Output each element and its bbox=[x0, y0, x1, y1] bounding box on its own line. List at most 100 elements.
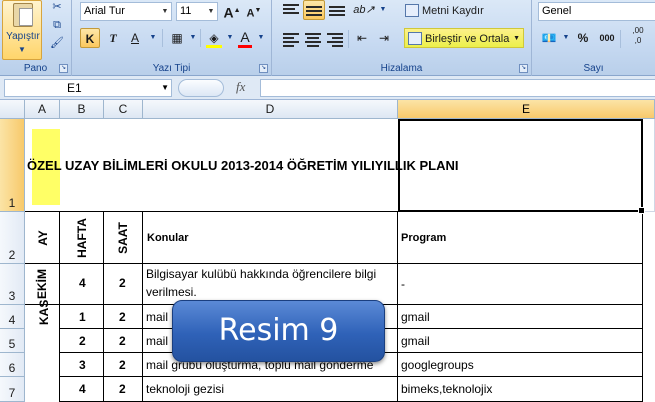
wrap-text-button[interactable]: Metni Kaydır bbox=[402, 1, 522, 21]
chevron-down-icon[interactable]: ▼ bbox=[161, 80, 169, 96]
orientation-icon[interactable]: ab↗ bbox=[352, 0, 376, 20]
dialog-launcher-icon[interactable]: ↘ bbox=[519, 64, 528, 73]
row-header-6[interactable]: 6 bbox=[0, 353, 25, 377]
active-cell-selection[interactable] bbox=[398, 119, 645, 214]
konu-line: verilmesi. bbox=[146, 285, 197, 299]
header-hafta: HAFTA bbox=[75, 218, 89, 258]
sheet-title: ÖZEL UZAY BİLİMLERİ OKULU 2013-2014 ÖĞRE… bbox=[27, 158, 459, 173]
column-header-b[interactable]: B bbox=[60, 100, 104, 119]
program-value: bimeks,teknolojix bbox=[401, 382, 493, 396]
chevron-down-icon[interactable]: ▼ bbox=[254, 31, 268, 45]
merge-cells-icon bbox=[408, 32, 422, 45]
hafta-value: 4 bbox=[79, 276, 86, 290]
saat-value: 2 bbox=[119, 310, 126, 324]
grow-font-button[interactable]: A▲ bbox=[222, 1, 242, 21]
chevron-down-icon[interactable]: ▼ bbox=[376, 3, 390, 17]
hafta-value: 4 bbox=[79, 382, 86, 396]
borders-icon[interactable]: ▦ bbox=[168, 28, 186, 48]
copy-icon[interactable]: ⧉ bbox=[50, 18, 64, 32]
saat-value: 2 bbox=[119, 382, 126, 396]
program-value: gmail bbox=[401, 334, 430, 348]
currency-icon[interactable]: 💶 bbox=[538, 28, 560, 48]
konu-line: mail bbox=[146, 334, 169, 348]
cut-icon[interactable]: ✂ bbox=[50, 0, 64, 14]
wrap-text-label: Metni Kaydır bbox=[422, 5, 484, 17]
chevron-down-icon: ▼ bbox=[161, 8, 169, 15]
group-font: Arial Tur ▼ 11 ▼ A▲ A▼ K T A ▼ ▦ ▼ ◈ ▼ A… bbox=[72, 0, 272, 76]
dialog-launcher-icon[interactable]: ↘ bbox=[59, 64, 68, 73]
number-format-value: Genel bbox=[542, 5, 572, 17]
ribbon: Yapıştır ▼ ✂ ⧉ 🖌 Pano ↘ Arial Tur ▼ 11 ▼… bbox=[0, 0, 655, 76]
font-size-combo[interactable]: 11 ▼ bbox=[176, 2, 218, 21]
chevron-down-icon[interactable]: ▼ bbox=[223, 31, 237, 45]
underline-button[interactable]: A bbox=[125, 28, 145, 48]
formula-input[interactable] bbox=[260, 79, 655, 97]
select-all-corner[interactable] bbox=[0, 100, 25, 119]
increase-indent-icon[interactable]: ⇥ bbox=[374, 28, 394, 48]
formula-bar: E1 ▼ fx bbox=[0, 76, 655, 100]
group-clipboard: Yapıştır ▼ ✂ ⧉ 🖌 Pano ↘ bbox=[0, 0, 72, 76]
italic-button[interactable]: T bbox=[103, 28, 123, 48]
paste-button[interactable]: Yapıştır ▼ bbox=[2, 0, 42, 60]
cell-e3[interactable] bbox=[398, 264, 643, 305]
row-header-2[interactable]: 2 bbox=[0, 212, 25, 264]
shrink-font-button[interactable]: A▼ bbox=[244, 1, 264, 21]
bold-button[interactable]: K bbox=[80, 28, 100, 48]
separator bbox=[200, 29, 201, 47]
program-value: gmail bbox=[401, 310, 430, 324]
row-header-4[interactable]: 4 bbox=[0, 305, 25, 329]
hafta-value: 1 bbox=[79, 310, 86, 324]
align-center-icon[interactable] bbox=[304, 32, 322, 47]
font-name-combo[interactable]: Arial Tur ▼ bbox=[80, 2, 172, 21]
number-format-combo[interactable]: Genel bbox=[538, 2, 655, 21]
align-bottom-icon[interactable] bbox=[328, 3, 346, 17]
merge-center-label: Birleştir ve Ortala bbox=[425, 33, 510, 45]
row-header-7[interactable]: 7 bbox=[0, 377, 25, 402]
wrap-text-icon bbox=[405, 4, 419, 17]
font-size-value: 11 bbox=[180, 5, 192, 17]
align-right-icon[interactable] bbox=[326, 32, 344, 47]
chevron-down-icon[interactable]: ▼ bbox=[186, 31, 200, 45]
paste-label: Yapıştır bbox=[6, 31, 40, 42]
separator bbox=[620, 30, 621, 48]
comma-style-button[interactable]: 000 bbox=[596, 28, 618, 48]
font-color-bar bbox=[238, 45, 252, 48]
group-number: Genel 💶 ▼ % 000 ,00 ,0 Sayı bbox=[532, 0, 655, 76]
name-box[interactable]: E1 ▼ bbox=[4, 79, 172, 97]
format-painter-icon[interactable]: 🖌 bbox=[50, 36, 64, 50]
saat-value: 2 bbox=[119, 276, 126, 290]
column-header-c[interactable]: C bbox=[104, 100, 143, 119]
row-header-5[interactable]: 5 bbox=[0, 329, 25, 353]
row-header-3[interactable]: 3 bbox=[0, 264, 25, 305]
chevron-down-icon[interactable]: ▼ bbox=[146, 31, 160, 45]
saat-value: 2 bbox=[119, 334, 126, 348]
program-value: - bbox=[401, 277, 405, 291]
group-alignment: ab↗ ▼ Metni Kaydır ⇤ ⇥ Birleştir ve Orta… bbox=[272, 0, 532, 76]
merge-center-button[interactable]: Birleştir ve Ortala ▼ bbox=[404, 28, 524, 48]
align-left-icon[interactable] bbox=[282, 32, 300, 47]
column-header-a[interactable]: A bbox=[25, 100, 60, 119]
saat-value: 2 bbox=[119, 358, 126, 372]
formula-divider-handle[interactable] bbox=[178, 79, 224, 97]
header-program: Program bbox=[401, 232, 447, 244]
column-header-d[interactable]: D bbox=[143, 100, 398, 119]
dialog-launcher-icon[interactable]: ↘ bbox=[259, 64, 268, 73]
row-header-1[interactable]: 1 bbox=[0, 119, 25, 212]
align-middle-button[interactable] bbox=[303, 0, 325, 20]
chevron-down-icon[interactable]: ▼ bbox=[559, 31, 573, 45]
decrease-indent-icon[interactable]: ⇤ bbox=[352, 28, 372, 48]
column-header-e[interactable]: E bbox=[398, 100, 655, 119]
increase-decimal-button[interactable]: ,00 ,0 bbox=[624, 26, 652, 46]
header-konular: Konular bbox=[147, 232, 189, 244]
insert-function-icon[interactable]: fx bbox=[236, 79, 245, 95]
percent-button[interactable]: % bbox=[574, 28, 592, 48]
fill-color-bar bbox=[206, 45, 222, 48]
font-color-button[interactable]: A bbox=[236, 27, 254, 47]
separator bbox=[348, 30, 349, 48]
program-value: googlegroups bbox=[401, 358, 474, 372]
cell-e4[interactable] bbox=[398, 305, 643, 329]
align-top-icon[interactable] bbox=[282, 3, 300, 17]
chevron-down-icon: ▼ bbox=[18, 45, 26, 54]
cell-e5[interactable] bbox=[398, 329, 643, 353]
hafta-value: 2 bbox=[79, 334, 86, 348]
